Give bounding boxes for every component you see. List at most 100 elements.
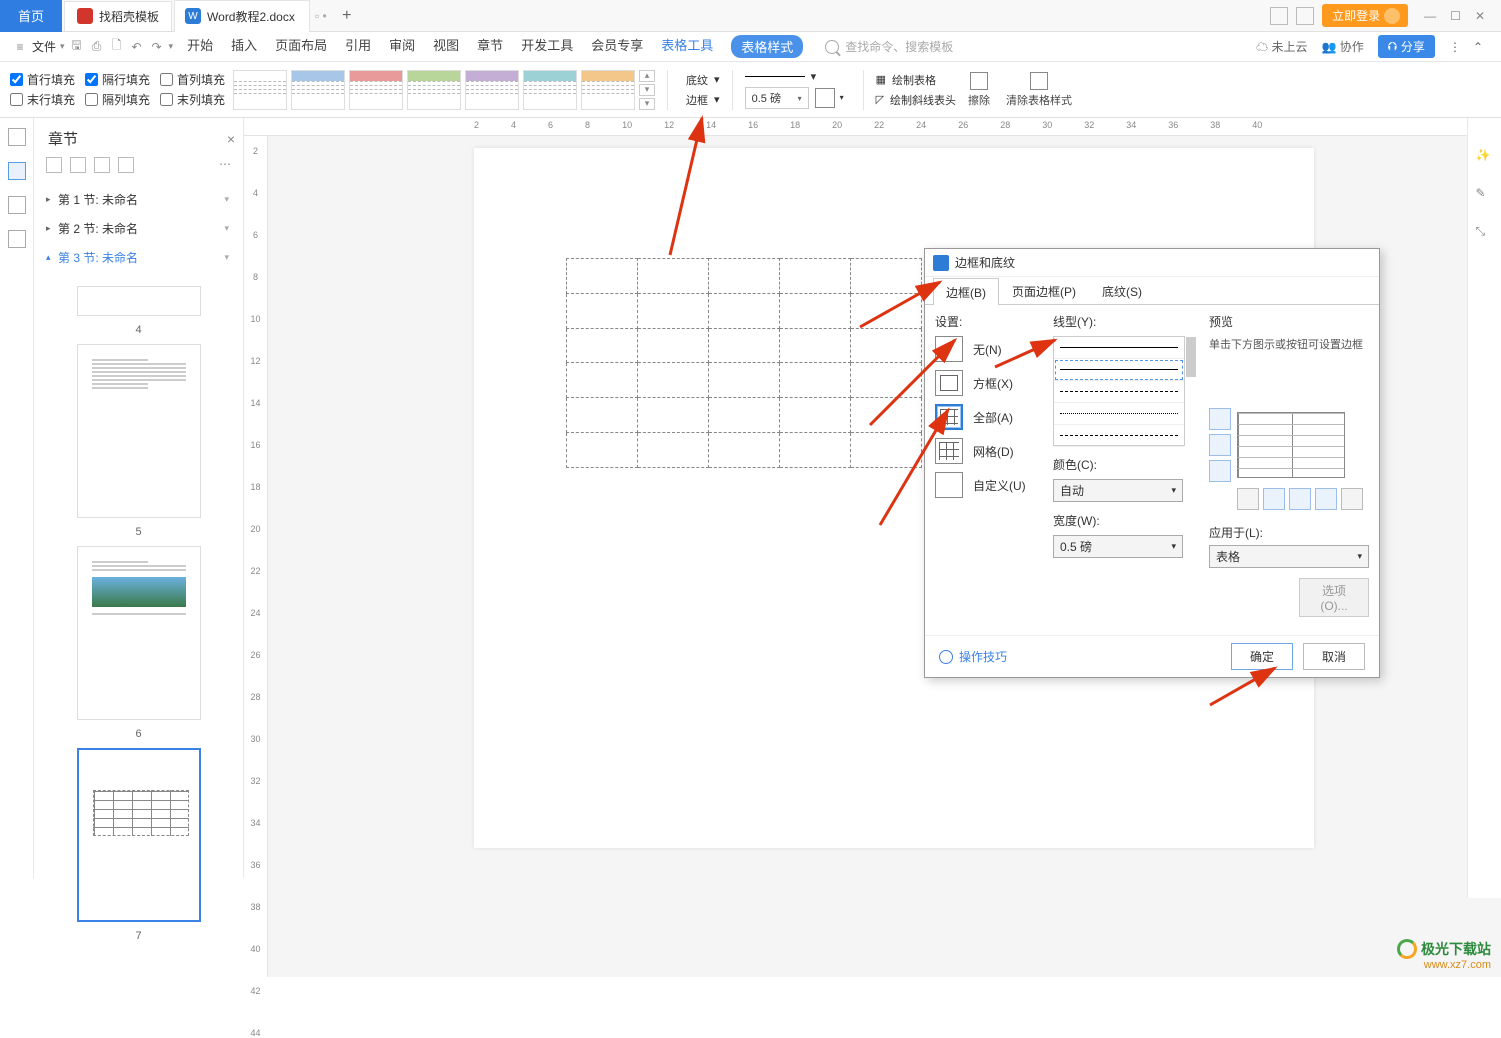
chk-first-row[interactable]: 首行填充	[10, 71, 75, 88]
nav-tool-4[interactable]	[118, 157, 134, 173]
table-style-gallery[interactable]: ▴ ▾ ▾	[233, 70, 655, 110]
preset-all[interactable]: 全部(A)	[935, 404, 1039, 430]
nav-tool-3[interactable]	[94, 157, 110, 173]
maximize-button[interactable]: ☐	[1450, 9, 1461, 23]
linetype-list[interactable]	[1053, 336, 1185, 446]
layout-icon[interactable]	[1270, 7, 1288, 25]
thumb-page-5[interactable]	[77, 344, 201, 518]
menu-review[interactable]: 审阅	[389, 35, 415, 58]
dlg-tab-page-border[interactable]: 页面边框(P)	[999, 277, 1089, 304]
pv-btn-hmid[interactable]	[1209, 434, 1231, 456]
right-tool-2[interactable]: ✎	[1476, 186, 1494, 204]
chk-alt-row[interactable]: 隔行填充	[85, 71, 150, 88]
line-color-selector[interactable]	[815, 88, 835, 108]
shading-button[interactable]: 底纹 ▾	[680, 72, 720, 88]
collab-button[interactable]: 👥 协作	[1322, 38, 1364, 55]
find-icon[interactable]	[8, 230, 26, 248]
ok-button[interactable]: 确定	[1231, 643, 1293, 670]
menu-member[interactable]: 会员专享	[591, 35, 643, 58]
draw-diagonal-button[interactable]: ◸ 绘制斜线表头	[876, 92, 956, 108]
file-menu[interactable]: 文件	[32, 38, 56, 55]
minimize-button[interactable]: —	[1424, 9, 1436, 23]
pv-btn-bottom[interactable]	[1209, 460, 1231, 482]
bookmark-icon[interactable]	[8, 196, 26, 214]
draw-table-button[interactable]: ▦ 绘制表格	[876, 72, 956, 88]
menu-start[interactable]: 开始	[187, 35, 213, 58]
cancel-button[interactable]: 取消	[1303, 643, 1365, 670]
gallery-more[interactable]: ▾	[639, 98, 655, 110]
preview-icon[interactable]: 🗋	[109, 39, 125, 55]
login-button[interactable]: 立即登录	[1322, 4, 1408, 27]
chk-last-row[interactable]: 末行填充	[10, 91, 75, 108]
menu-view[interactable]: 视图	[433, 35, 459, 58]
dlg-tab-border[interactable]: 边框(B)	[933, 278, 999, 305]
pv-btn-diag2[interactable]	[1341, 488, 1363, 510]
nav-item-1[interactable]: 第 1 节: 未命名▾	[34, 185, 243, 214]
eraser-button[interactable]: 擦除	[964, 72, 994, 108]
right-tool-1[interactable]: ✨	[1476, 148, 1494, 166]
tab-document[interactable]: W Word教程2.docx	[174, 0, 310, 32]
ruler-vertical[interactable]: 2468101214161820222426283032343638404244	[244, 136, 268, 977]
redo-icon[interactable]: ↷	[149, 39, 165, 55]
tab-templates[interactable]: 找稻壳模板	[64, 1, 172, 31]
cloud-status[interactable]: ☁ 未上云	[1256, 38, 1307, 55]
nav-tool-1[interactable]	[46, 157, 62, 173]
gallery-up[interactable]: ▴	[639, 70, 655, 82]
thumb-page-7[interactable]	[77, 748, 201, 922]
menu-section[interactable]: 章节	[477, 35, 503, 58]
chk-first-col[interactable]: 首列填充	[160, 71, 225, 88]
right-tool-3[interactable]: ⤡	[1476, 224, 1494, 242]
preset-custom[interactable]: 自定义(U)	[935, 472, 1039, 498]
line-weight-selector[interactable]: 0.5 磅	[745, 87, 809, 109]
outline-icon[interactable]	[8, 128, 26, 146]
save-icon[interactable]: 🖫	[69, 39, 85, 55]
nav-item-3[interactable]: 第 3 节: 未命名▾	[34, 243, 243, 272]
menu-table-style[interactable]: 表格样式	[731, 35, 803, 58]
gallery-down[interactable]: ▾	[639, 84, 655, 96]
share-button[interactable]: ⮉ 分享	[1378, 35, 1435, 58]
menu-page-layout[interactable]: 页面布局	[275, 35, 327, 58]
options-button[interactable]: 选项(O)...	[1299, 578, 1369, 617]
apps-icon[interactable]	[1296, 7, 1314, 25]
border-button[interactable]: 边框 ▾	[680, 92, 720, 108]
nav-close-icon[interactable]: ×	[227, 131, 235, 147]
preview-table[interactable]	[1237, 412, 1345, 478]
pv-btn-right[interactable]	[1315, 488, 1337, 510]
collapse-ribbon-icon[interactable]: ⌃	[1473, 40, 1483, 54]
more-menu[interactable]: ⋮	[1449, 40, 1459, 54]
thumb-page-4[interactable]	[77, 286, 201, 316]
pv-btn-vmid[interactable]	[1289, 488, 1311, 510]
menu-table-tools[interactable]: 表格工具	[661, 35, 713, 58]
tab-home[interactable]: 首页	[0, 0, 62, 32]
menu-insert[interactable]: 插入	[231, 35, 257, 58]
preset-box[interactable]: 方框(X)	[935, 370, 1039, 396]
ruler-horizontal[interactable]: 246810121416182022242628303234363840	[244, 118, 1501, 136]
document-table[interactable]	[566, 258, 922, 468]
apply-select[interactable]: 表格	[1209, 545, 1369, 568]
preset-none[interactable]: 无(N)	[935, 336, 1039, 362]
tips-link[interactable]: 操作技巧	[939, 648, 1007, 665]
nav-tool-2[interactable]	[70, 157, 86, 173]
undo-icon[interactable]: ↶	[129, 39, 145, 55]
linetype-scrollbar[interactable]	[1186, 337, 1196, 377]
line-style-selector[interactable]	[745, 76, 805, 77]
close-button[interactable]: ✕	[1475, 9, 1485, 23]
pv-btn-top[interactable]	[1209, 408, 1231, 430]
tab-add-button[interactable]: +	[332, 0, 362, 32]
sections-icon[interactable]	[8, 162, 26, 180]
pv-btn-left[interactable]	[1263, 488, 1285, 510]
width-select[interactable]: 0.5 磅	[1053, 535, 1183, 558]
menu-reference[interactable]: 引用	[345, 35, 371, 58]
dlg-tab-shading[interactable]: 底纹(S)	[1089, 277, 1155, 304]
clear-style-button[interactable]: 清除表格样式	[1002, 72, 1076, 108]
print-icon[interactable]: ⎙	[89, 39, 105, 55]
pv-btn-diag1[interactable]	[1237, 488, 1259, 510]
search-box[interactable]: 查找命令、搜索模板	[825, 38, 953, 55]
chk-last-col[interactable]: 末列填充	[160, 91, 225, 108]
nav-item-2[interactable]: 第 2 节: 未命名▾	[34, 214, 243, 243]
menu-expand-icon[interactable]: ≡	[12, 39, 28, 55]
thumb-page-6[interactable]	[77, 546, 201, 720]
menu-developer[interactable]: 开发工具	[521, 35, 573, 58]
chk-alt-col[interactable]: 隔列填充	[85, 91, 150, 108]
color-select[interactable]: 自动	[1053, 479, 1183, 502]
